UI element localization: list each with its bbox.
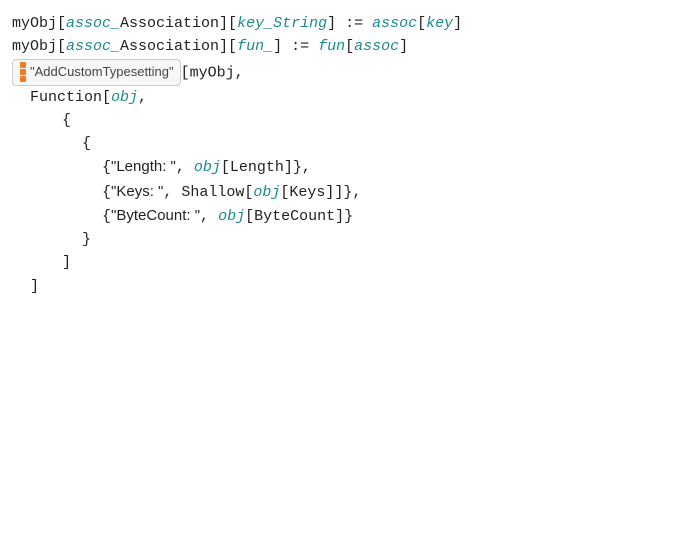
code-line-9: {"ByteCount: ", obj[ByteCount]} (12, 204, 674, 228)
t10: myObj[ (12, 38, 66, 55)
t19: [myObj, (181, 64, 244, 81)
t34: , (200, 208, 218, 225)
t13: fun_ (237, 38, 273, 55)
code-line-3: "AddCustomTypesetting" [myObj, (12, 59, 674, 86)
t3: Association][ (120, 15, 237, 32)
t36: [ByteCount]} (245, 208, 353, 225)
t5: ] := (327, 15, 372, 32)
t29a: { (102, 184, 111, 201)
t31: obj (253, 184, 280, 201)
t18: ] (399, 38, 408, 55)
t26: , (176, 159, 194, 176)
t37: } (82, 231, 91, 248)
t32: [Keys]]}, (280, 184, 361, 201)
code-line-5: { (12, 109, 674, 132)
resource-label: "AddCustomTypesetting" (30, 62, 174, 82)
t33a: { (102, 208, 111, 225)
code-line-10: } (12, 228, 674, 251)
t38: ] (62, 254, 71, 271)
t27: obj (194, 159, 221, 176)
t29: "Keys: " (111, 183, 163, 200)
t23: { (62, 112, 71, 129)
t16: [ (345, 38, 354, 55)
t24: { (82, 135, 91, 152)
t17: assoc (354, 38, 399, 55)
t2: assoc_ (66, 15, 120, 32)
t21: obj (111, 89, 138, 106)
resource-function-box[interactable]: "AddCustomTypesetting" (12, 59, 181, 86)
t22: , (138, 89, 147, 106)
code-line-11: ] (12, 251, 674, 274)
t39: ] (30, 278, 39, 295)
code-line-6: { (12, 132, 674, 155)
t28: [Length]}, (221, 159, 311, 176)
t9: ] (453, 15, 462, 32)
t33: "ByteCount: " (111, 207, 200, 224)
code-line-1: myObj[assoc_Association][key_String] := … (12, 12, 674, 35)
t7: [ (417, 15, 426, 32)
code-line-12: ] (12, 275, 674, 298)
t35: obj (218, 208, 245, 225)
t20: Function[ (30, 89, 111, 106)
code-line-2: myObj[assoc_Association][fun_] := fun[as… (12, 35, 674, 58)
t25a: { (102, 159, 111, 176)
t4: key_String (237, 15, 327, 32)
code-line-4: Function[obj, (12, 86, 674, 109)
t15: fun (318, 38, 345, 55)
t8: key (426, 15, 453, 32)
t14: ] := (273, 38, 318, 55)
resource-icon (19, 62, 26, 83)
t1: myObj[ (12, 15, 66, 32)
t25: "Length: " (111, 158, 176, 175)
code-line-8: {"Keys: ", Shallow[obj[Keys]]}, (12, 180, 674, 204)
t11: assoc_ (66, 38, 120, 55)
t6: assoc (372, 15, 417, 32)
t12: Association][ (120, 38, 237, 55)
t30: , Shallow[ (163, 184, 253, 201)
code-line-7: {"Length: ", obj[Length]}, (12, 155, 674, 179)
